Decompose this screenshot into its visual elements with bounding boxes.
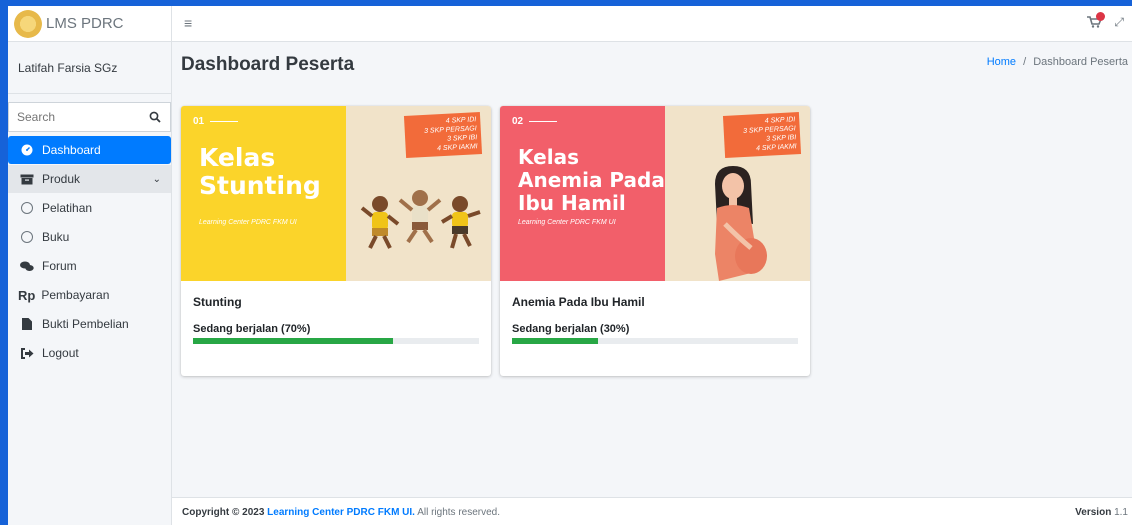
sidebar-item-pembayaran[interactable]: Rp Pembayaran	[8, 281, 171, 309]
breadcrumb: Home / Dashboard Peserta	[987, 56, 1128, 68]
search-input[interactable]	[9, 110, 140, 124]
sidebar-item-pelatihan[interactable]: Pelatihan	[8, 194, 171, 222]
top-navbar: ≡ ⤢	[172, 6, 1132, 42]
footer: Copyright © 2023 Learning Center PDRC FK…	[172, 497, 1132, 525]
skp-badge: 4 SKP IDI 3 SKP PERSAGI 3 SKP IBI 4 SKP …	[722, 112, 802, 158]
version-number: 1.1	[1114, 507, 1128, 518]
progress-fill	[193, 338, 394, 344]
card-body: Anemia Pada Ibu Hamil Sedang berjalan (3…	[500, 281, 810, 358]
card-body: Stunting Sedang berjalan (70%)	[181, 281, 491, 358]
user-name: Latifah Farsia SGz	[18, 60, 118, 75]
brand-logo	[14, 9, 42, 38]
children-illustration	[360, 190, 481, 249]
copyright-suffix: All rights reserved.	[417, 507, 501, 518]
progress-fill	[512, 338, 598, 344]
fullscreen-icon[interactable]: ⤢	[1114, 15, 1124, 30]
banner-illustration: 4 SKP IDI 3 SKP PERSAGI 3 SKP IBI 4 SKP …	[346, 106, 491, 281]
course-card-stunting[interactable]: 01 Kelas Stunting Learning Center PDRC F…	[181, 106, 491, 376]
content-wrapper: Dashboard Peserta Home / Dashboard Peser…	[172, 42, 1132, 497]
search-icon	[149, 111, 161, 123]
cart-badge	[1096, 12, 1105, 21]
course-banner: 01 Kelas Stunting Learning Center PDRC F…	[181, 106, 491, 281]
brand-name: LMS PDRC	[46, 15, 124, 32]
sidebar-item-logout[interactable]: Logout	[8, 339, 171, 367]
course-number: 01	[193, 116, 334, 127]
course-status: Sedang berjalan (70%)	[193, 323, 311, 335]
course-name[interactable]: Stunting	[193, 295, 479, 309]
brand-link[interactable]: LMS PDRC	[8, 6, 171, 42]
sidebar-nav: Dashboard Produk ⌄ Pelatihan Buku Forum …	[8, 136, 171, 367]
sign-out-icon	[18, 347, 36, 359]
copyright-prefix: Copyright © 2023	[182, 507, 265, 518]
circle-icon	[18, 231, 36, 243]
sidebar-item-produk[interactable]: Produk ⌄	[8, 165, 171, 193]
banner-illustration: 4 SKP IDI 3 SKP PERSAGI 3 SKP IBI 4 SKP …	[665, 106, 810, 281]
circle-icon	[18, 202, 36, 214]
banner-tagline: Learning Center PDRC FKM UI	[199, 219, 297, 226]
sidebar-item-bukti-pembelian[interactable]: Bukti Pembelian	[8, 310, 171, 338]
sidebar-item-forum[interactable]: Forum	[8, 252, 171, 280]
sidebar-item-label: Produk	[42, 172, 81, 186]
banner-title: Kelas Stunting	[199, 143, 321, 200]
sidebar-item-label: Buku	[42, 230, 70, 244]
search-button[interactable]	[140, 103, 170, 131]
pregnant-woman-illustration	[715, 166, 767, 281]
comments-icon	[18, 261, 36, 272]
progress-bar	[512, 338, 798, 344]
cart-button[interactable]	[1087, 12, 1105, 31]
course-status: Sedang berjalan (30%)	[512, 323, 630, 335]
breadcrumb-current: Dashboard Peserta	[1033, 56, 1128, 68]
user-panel[interactable]: Latifah Farsia SGz	[8, 42, 171, 94]
course-banner: 02 Kelas Anemia Pada Ibu Hamil Learning …	[500, 106, 810, 281]
banner-title: Kelas Anemia Pada Ibu Hamil	[518, 145, 665, 215]
hamburger-menu-icon[interactable]: ≡	[184, 15, 192, 31]
sidebar-search	[8, 102, 171, 132]
progress-bar	[193, 338, 479, 344]
chevron-down-icon: ⌄	[152, 173, 161, 185]
sidebar-item-buku[interactable]: Buku	[8, 223, 171, 251]
sidebar-item-dashboard[interactable]: Dashboard	[8, 136, 171, 164]
dashboard-icon	[18, 144, 36, 156]
breadcrumb-separator: /	[1023, 56, 1027, 68]
course-name[interactable]: Anemia Pada Ibu Hamil	[512, 295, 798, 309]
sidebar-item-label: Forum	[42, 259, 77, 273]
version: Version 1.1	[1075, 507, 1128, 518]
breadcrumb-home-link[interactable]: Home	[987, 56, 1016, 68]
banner-color-panel: 02 Kelas Anemia Pada Ibu Hamil Learning …	[500, 106, 665, 281]
course-number: 02	[512, 116, 653, 127]
sidebar: LMS PDRC Latifah Farsia SGz Dashboard Pr…	[8, 6, 172, 525]
version-label: Version	[1075, 507, 1112, 518]
course-card-anemia[interactable]: 02 Kelas Anemia Pada Ibu Hamil Learning …	[500, 106, 810, 376]
skp-badge: 4 SKP IDI 3 SKP PERSAGI 3 SKP IBI 4 SKP …	[403, 112, 483, 158]
sidebar-item-label: Pembayaran	[41, 288, 110, 302]
banner-color-panel: 01 Kelas Stunting Learning Center PDRC F…	[181, 106, 346, 281]
banner-tagline: Learning Center PDRC FKM UI	[518, 219, 616, 226]
box-icon	[18, 174, 36, 185]
sidebar-item-label: Dashboard	[42, 143, 101, 157]
sidebar-item-label: Pelatihan	[42, 201, 93, 215]
sidebar-item-label: Logout	[42, 346, 79, 360]
footer-org-link[interactable]: Learning Center PDRC FKM UI.	[267, 507, 415, 518]
copyright: Copyright © 2023 Learning Center PDRC FK…	[182, 507, 500, 518]
file-icon	[18, 318, 36, 330]
sidebar-item-label: Bukti Pembelian	[42, 317, 129, 331]
rupiah-icon: Rp	[18, 287, 36, 303]
page-title: Dashboard Peserta	[181, 54, 355, 75]
